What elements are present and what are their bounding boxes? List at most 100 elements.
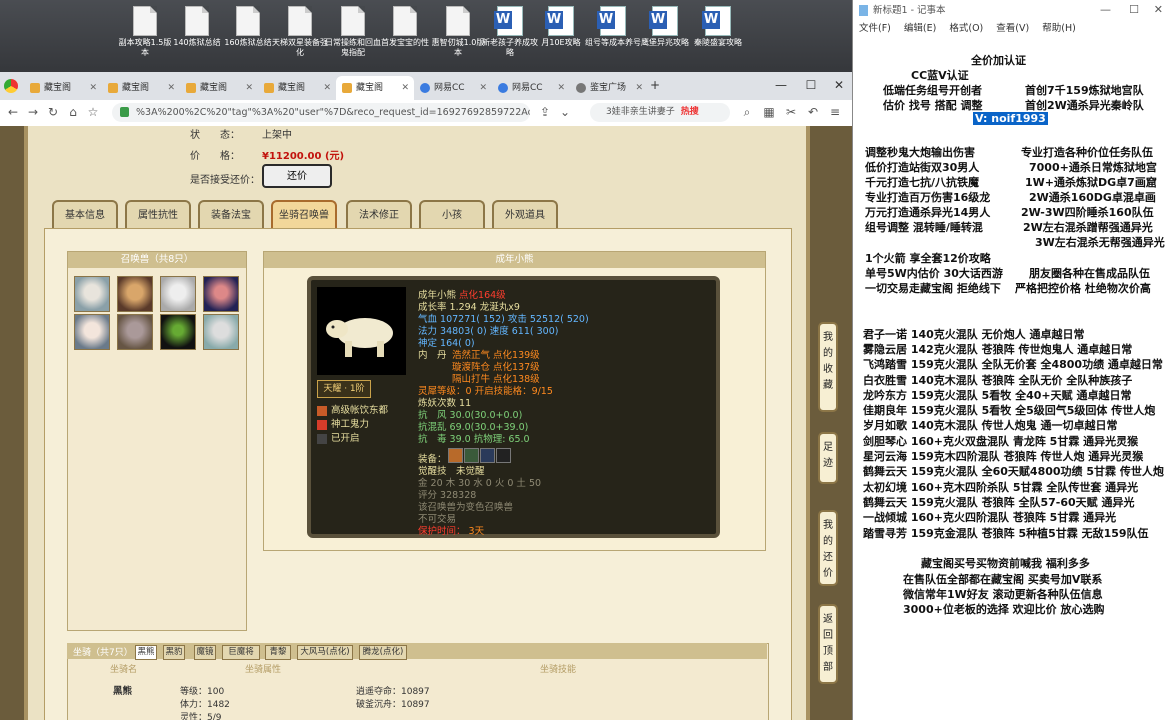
mount-tab[interactable]: 腾龙(点化) bbox=[359, 645, 407, 660]
close-icon[interactable]: ✕ bbox=[89, 76, 97, 100]
text-line: 鹤舞云天 159克火混队 苍狼阵 全队57-60天赋 通异光 bbox=[863, 496, 1135, 509]
tab-appearance[interactable]: 外观道具 bbox=[492, 200, 558, 228]
browser-tab[interactable]: 网易CC ✕ bbox=[492, 76, 570, 100]
desktop-icon[interactable]: W 秦陵盛宴攻略 bbox=[690, 6, 746, 48]
browser-tab[interactable]: 藏宝阁 ✕ bbox=[180, 76, 258, 100]
bargain-button[interactable]: 还价 bbox=[262, 164, 332, 188]
desktop-icon[interactable]: 首发宝宝的性 bbox=[377, 6, 433, 48]
minimize-button[interactable]: — bbox=[1100, 3, 1111, 16]
mount-tab-bar: 坐骑（共7只） 黑熊 黑豹 魔镜 巨魔将 青黎 大风马(点化) 腾龙(点化) bbox=[67, 643, 767, 660]
close-icon[interactable]: ✕ bbox=[323, 76, 331, 100]
reload-icon[interactable]: ↻ bbox=[44, 103, 62, 121]
equip-slot-icon[interactable] bbox=[448, 448, 463, 463]
menu-file[interactable]: 文件(F) bbox=[859, 23, 891, 34]
mount-tab[interactable]: 巨魔将 bbox=[222, 645, 260, 660]
back-to-top-button[interactable]: 返回顶部 bbox=[818, 604, 838, 684]
equip-slot-icon[interactable] bbox=[480, 448, 495, 463]
text-line: 首创7千159炼狱地宫队 bbox=[1025, 84, 1144, 97]
close-icon[interactable]: ✕ bbox=[245, 76, 253, 100]
pet-avatar[interactable] bbox=[203, 276, 239, 312]
refine-count: 炼妖次数 11 bbox=[418, 398, 472, 409]
pet-avatar-bear[interactable] bbox=[74, 276, 110, 312]
close-window-button[interactable]: ✕ bbox=[1154, 3, 1163, 16]
forward-icon[interactable]: → bbox=[24, 103, 42, 121]
bookmark-star-icon[interactable]: ☆ bbox=[84, 103, 102, 121]
history-button[interactable]: 足迹 bbox=[818, 432, 838, 484]
browser-tab[interactable]: 藏宝阁 ✕ bbox=[24, 76, 102, 100]
my-bargains-button[interactable]: 我的还价 bbox=[818, 510, 838, 586]
desktop-icon[interactable]: 日常操练和回血鬼指配 bbox=[325, 6, 381, 58]
favorites-button[interactable]: 我的收藏 bbox=[818, 322, 838, 412]
pet-avatar[interactable] bbox=[74, 314, 110, 350]
tab-mounts-pets[interactable]: 坐骑召唤兽 bbox=[271, 200, 337, 228]
desktop-icon[interactable]: 160炼狱总结 bbox=[220, 6, 276, 48]
tab-equipment[interactable]: 装备法宝 bbox=[198, 200, 264, 228]
share-icon[interactable]: ⇪ bbox=[536, 103, 554, 121]
pet-avatar[interactable] bbox=[117, 276, 153, 312]
back-icon[interactable]: ← bbox=[4, 103, 22, 121]
resist-poison: 抗 毒 39.0 抗物理: 65.0 bbox=[418, 434, 530, 445]
mount-tab[interactable]: 黑豹 bbox=[163, 645, 185, 660]
tab-spell-mods[interactable]: 法术修正 bbox=[346, 200, 412, 228]
mount-tab[interactable]: 青黎 bbox=[265, 645, 291, 660]
desktop-icon[interactable]: W 月10E攻略 bbox=[533, 6, 589, 48]
equip-slot-icon[interactable] bbox=[464, 448, 479, 463]
browser-tab[interactable]: 网易CC ✕ bbox=[414, 76, 492, 100]
pet-spirit: 神定 164( 0) bbox=[418, 338, 475, 349]
desktop-icon[interactable]: 惠智仞城1.0版本 bbox=[430, 6, 486, 58]
notepad-text-area[interactable]: 全价加认证 CC蓝V认证 低端任务组号开创者 首创7千159炼狱地宫队 估价 找… bbox=[853, 36, 1168, 720]
desktop-icon[interactable]: W 组号等成本养号 bbox=[585, 6, 641, 48]
neidan-label: 内 丹 bbox=[418, 350, 447, 361]
minimize-button[interactable]: — bbox=[766, 74, 796, 96]
menu-view[interactable]: 查看(V) bbox=[996, 23, 1029, 34]
pet-avatar[interactable] bbox=[160, 276, 196, 312]
tab-children[interactable]: 小孩 bbox=[419, 200, 485, 228]
dropdown-icon[interactable]: ⌄ bbox=[556, 103, 574, 121]
search-input[interactable]: 3娃非亲生讲妻子 热搜 bbox=[590, 103, 730, 122]
close-icon[interactable]: ✕ bbox=[479, 76, 487, 100]
close-icon[interactable]: ✕ bbox=[557, 76, 565, 100]
text-line: 2W-3W四阶睡杀160队伍 bbox=[1021, 206, 1154, 219]
pet-name: 成年小熊 点化164级 bbox=[418, 290, 506, 301]
menu-help[interactable]: 帮助(H) bbox=[1042, 23, 1076, 34]
pet-avatar[interactable] bbox=[203, 314, 239, 350]
browser-tab[interactable]: 藏宝阁 ✕ bbox=[102, 76, 180, 100]
menu-format[interactable]: 格式(O) bbox=[949, 23, 983, 34]
text-line: 3W左右混杀无帮强通异光 bbox=[1035, 236, 1165, 249]
browser-tab[interactable]: 藏宝阁 ✕ bbox=[258, 76, 336, 100]
desktop-icon[interactable]: W 新老孩子养成攻略 bbox=[482, 6, 538, 58]
pet-avatar[interactable] bbox=[117, 314, 153, 350]
mount-col-header: 坐骑属性 bbox=[245, 665, 282, 675]
equip-slot-icon[interactable] bbox=[496, 448, 511, 463]
text-line: 1个火箭 享全套12价攻略 bbox=[865, 252, 991, 265]
close-window-button[interactable]: ✕ bbox=[824, 74, 854, 96]
mount-tab[interactable]: 大风马(点化) bbox=[297, 645, 353, 660]
desktop-icon[interactable]: 副本攻略1.5版本 bbox=[117, 6, 173, 58]
menu-icon[interactable]: ≡ bbox=[826, 103, 844, 121]
close-icon[interactable]: ✕ bbox=[167, 76, 175, 100]
maximize-button[interactable]: ☐ bbox=[1129, 3, 1139, 16]
maximize-button[interactable]: ☐ bbox=[796, 74, 826, 96]
undo-icon[interactable]: ↶ bbox=[804, 103, 822, 121]
browser-tab-active[interactable]: 藏宝阁 ✕ bbox=[336, 76, 414, 100]
desktop-icon[interactable]: 天梯双星装备强化 bbox=[272, 6, 328, 58]
apps-icon[interactable]: ▦ bbox=[760, 103, 778, 121]
text-line: 首创2W通杀异光秦岭队 bbox=[1025, 99, 1144, 112]
desktop-icon[interactable]: 140炼狱总结 bbox=[169, 6, 225, 48]
scissors-icon[interactable]: ✂ bbox=[782, 103, 800, 121]
tab-basic-info[interactable]: 基本信息 bbox=[52, 200, 118, 228]
pet-avatar[interactable] bbox=[160, 314, 196, 350]
mount-tab[interactable]: 黑熊 bbox=[135, 645, 157, 660]
home-icon[interactable]: ⌂ bbox=[64, 103, 82, 121]
new-tab-button[interactable]: + bbox=[640, 74, 670, 96]
site-icon bbox=[420, 82, 430, 93]
tab-attributes[interactable]: 属性抗性 bbox=[125, 200, 191, 228]
close-icon[interactable]: ✕ bbox=[401, 76, 409, 100]
mount-tab[interactable]: 魔镜 bbox=[194, 645, 216, 660]
text-line: 低端任务组号开创者 bbox=[883, 84, 982, 97]
url-field[interactable]: %3A%200%2C%20"tag"%3A%20"user"%7D&reco_r… bbox=[112, 103, 530, 122]
desktop-icon[interactable]: W 鹰堡异兆攻略 bbox=[637, 6, 693, 48]
menu-edit[interactable]: 编辑(E) bbox=[904, 23, 936, 34]
browser-tab[interactable]: 鉴宝广场 ✕ bbox=[570, 76, 648, 100]
search-icon[interactable]: ⌕ bbox=[738, 103, 756, 121]
